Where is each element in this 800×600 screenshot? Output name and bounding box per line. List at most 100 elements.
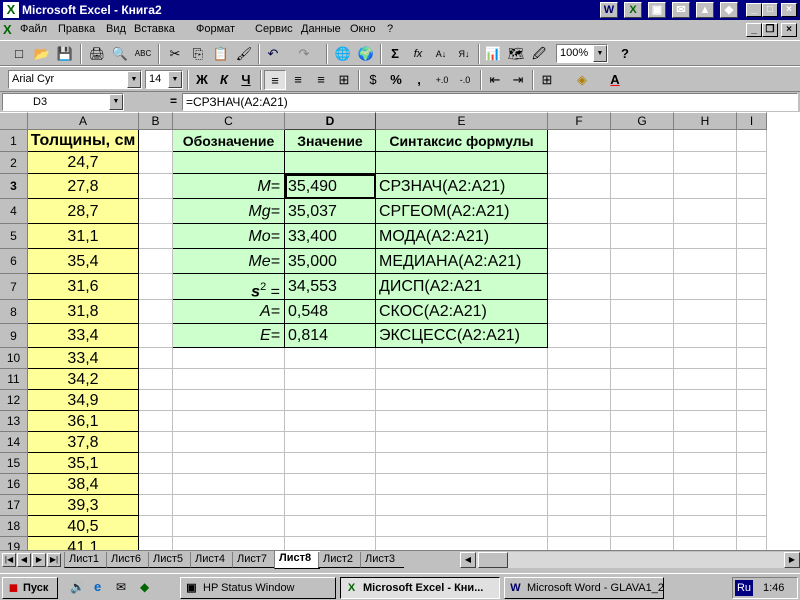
cell-empty[interactable] (674, 495, 737, 516)
cell-c8[interactable]: A= (173, 300, 285, 324)
excel-shortcut-icon[interactable]: X (624, 2, 642, 18)
cell-empty[interactable] (611, 300, 674, 324)
cell-d5[interactable]: 33,400 (285, 224, 376, 249)
cell-c5[interactable]: Mo= (173, 224, 285, 249)
cell-d2[interactable] (285, 152, 376, 174)
task-excel[interactable]: X Microsoft Excel - Кни... (340, 577, 500, 599)
sort-descending-icon[interactable]: Я↓ (453, 44, 475, 64)
cell-empty[interactable] (285, 411, 376, 432)
cell-b15[interactable] (139, 453, 173, 474)
merge-center-button[interactable]: ⊞ (333, 70, 355, 90)
cell-empty[interactable] (376, 390, 548, 411)
font-size-select[interactable]: 14 ▼ (145, 70, 183, 89)
cell-empty[interactable] (285, 432, 376, 453)
cell-empty[interactable] (285, 495, 376, 516)
cell-empty[interactable] (737, 130, 767, 152)
row-header[interactable]: 13 (0, 411, 28, 432)
new-icon[interactable]: □ (8, 44, 30, 64)
cell-empty[interactable] (611, 495, 674, 516)
cell-a11[interactable]: 34,2 (28, 369, 139, 390)
cell-e3[interactable]: СРЗНАЧ(A2:A21) (376, 174, 548, 199)
cell-empty[interactable] (173, 390, 285, 411)
cell-empty[interactable] (285, 474, 376, 495)
cell-a14[interactable]: 37,8 (28, 432, 139, 453)
cell-empty[interactable] (548, 495, 611, 516)
cell-empty[interactable] (674, 199, 737, 224)
scroll-left-button[interactable]: ◀ (460, 552, 476, 568)
redo-icon[interactable]: ↷ (293, 44, 315, 64)
menu-edit[interactable]: Правка (58, 23, 95, 35)
row-header[interactable]: 5 (0, 224, 28, 249)
save-icon[interactable]: 💾 (54, 44, 76, 64)
doc-restore-button[interactable]: ❐ (762, 23, 778, 37)
internet-explorer-icon[interactable]: e (94, 579, 101, 594)
cell-e6[interactable]: МЕДИАНА(A2:A21) (376, 249, 548, 274)
row-header[interactable]: 8 (0, 300, 28, 324)
cell-a2[interactable]: 24,7 (28, 152, 139, 174)
cell-empty[interactable] (548, 390, 611, 411)
cell-empty[interactable] (674, 274, 737, 300)
cut-icon[interactable]: ✂ (164, 44, 186, 64)
cell-empty[interactable] (285, 369, 376, 390)
cell-empty[interactable] (737, 495, 767, 516)
cell-a17[interactable]: 39,3 (28, 495, 139, 516)
cell-empty[interactable] (548, 324, 611, 348)
column-header-h[interactable]: H (674, 112, 737, 130)
worksheet-grid[interactable]: A B C D E F G H I 1 Толщины, см Обозначение Значение… (0, 112, 800, 550)
cell-c6[interactable]: Me= (173, 249, 285, 274)
minimize-button[interactable]: _ (746, 3, 762, 17)
undo-icon[interactable]: ↶ (262, 44, 284, 64)
cell-empty[interactable] (611, 324, 674, 348)
cell-a10[interactable]: 33,4 (28, 348, 139, 369)
cell-empty[interactable] (548, 369, 611, 390)
last-sheet-button[interactable]: ▶| (47, 553, 61, 567)
align-center-button[interactable]: ≡ (287, 70, 309, 90)
cell-b4[interactable] (139, 199, 173, 224)
cell-empty[interactable] (674, 224, 737, 249)
menu-help[interactable]: ? (387, 23, 393, 35)
cell-empty[interactable] (611, 474, 674, 495)
cell-empty[interactable] (548, 224, 611, 249)
excel-icon[interactable]: X (3, 2, 19, 18)
cell-empty[interactable] (737, 453, 767, 474)
cell-empty[interactable] (674, 474, 737, 495)
cell-empty[interactable] (611, 152, 674, 174)
cell-empty[interactable] (674, 300, 737, 324)
cell-empty[interactable] (548, 516, 611, 537)
formula-equals-button[interactable]: = (170, 94, 177, 108)
start-button[interactable]: ◼ Пуск (2, 577, 58, 599)
column-header-g[interactable]: G (611, 112, 674, 130)
cell-b7[interactable] (139, 274, 173, 300)
cell-b17[interactable] (139, 495, 173, 516)
cell-b18[interactable] (139, 516, 173, 537)
cell-empty[interactable] (737, 249, 767, 274)
cell-c2[interactable] (173, 152, 285, 174)
first-sheet-button[interactable]: |◀ (2, 553, 16, 567)
cell-a16[interactable]: 38,4 (28, 474, 139, 495)
cell-empty[interactable] (737, 348, 767, 369)
cell-b9[interactable] (139, 324, 173, 348)
cell-a7[interactable]: 31,6 (28, 274, 139, 300)
row-header[interactable]: 4 (0, 199, 28, 224)
chevron-down-icon[interactable]: ▼ (168, 71, 182, 88)
prev-sheet-button[interactable]: ◀ (17, 553, 31, 567)
cell-empty[interactable] (611, 274, 674, 300)
italic-button[interactable]: К (213, 70, 235, 90)
menu-data[interactable]: Данные (301, 23, 341, 35)
align-right-button[interactable]: ≡ (310, 70, 332, 90)
cell-empty[interactable] (285, 453, 376, 474)
cell-empty[interactable] (674, 130, 737, 152)
cell-c1[interactable]: Обозначение (173, 130, 285, 152)
cell-b5[interactable] (139, 224, 173, 249)
chevron-down-icon[interactable]: ▼ (127, 71, 141, 88)
cell-a8[interactable]: 31,8 (28, 300, 139, 324)
borders-icon[interactable]: ⊞ (536, 70, 558, 90)
cell-empty[interactable] (376, 453, 548, 474)
language-indicator[interactable]: Ru (735, 580, 753, 596)
menu-file[interactable]: Файл (20, 23, 47, 35)
row-header[interactable]: 19 (0, 537, 28, 550)
cell-a5[interactable]: 31,1 (28, 224, 139, 249)
cell-b10[interactable] (139, 348, 173, 369)
cell-e4[interactable]: СРГЕОМ(A2:A21) (376, 199, 548, 224)
menu-insert[interactable]: Вставка (134, 23, 175, 35)
